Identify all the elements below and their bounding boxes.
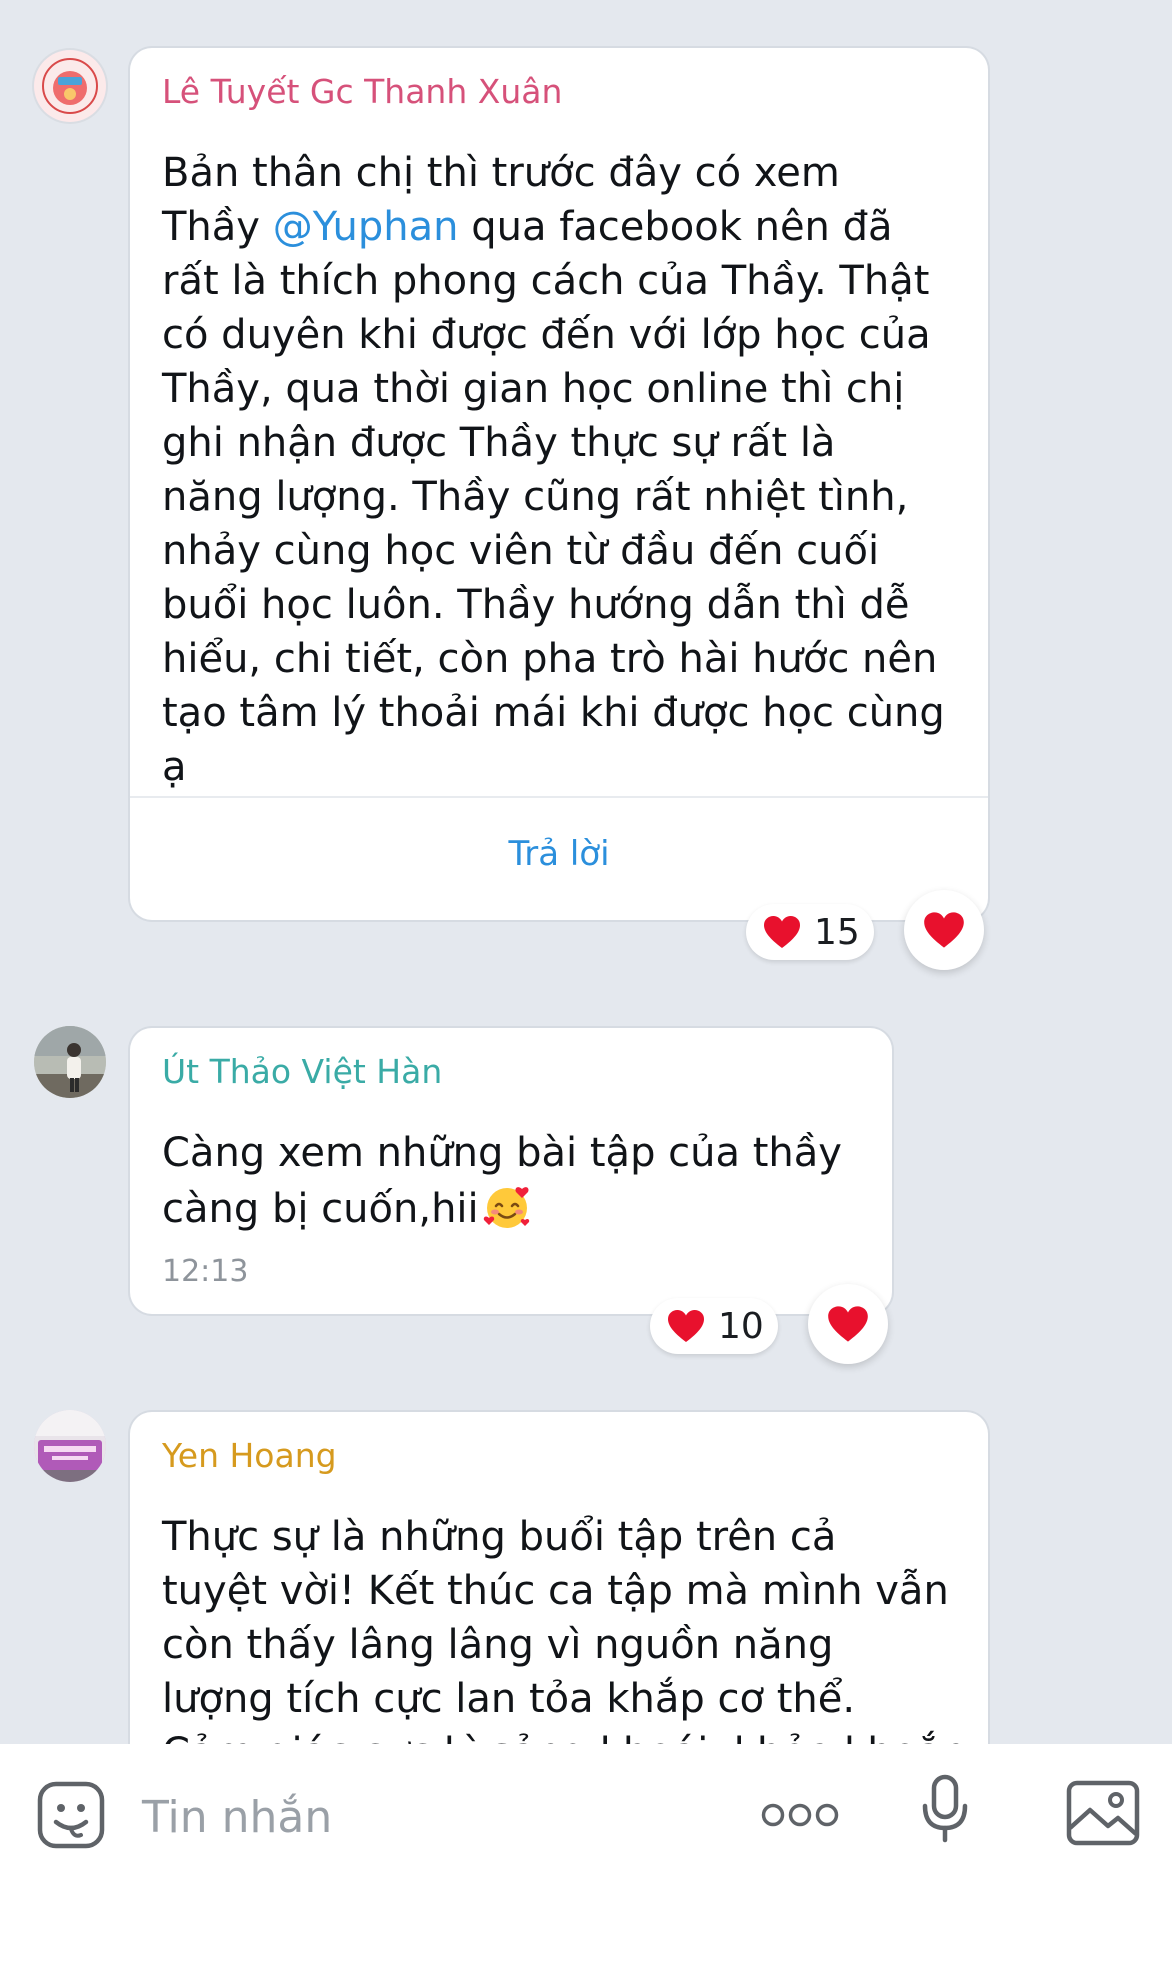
more-options-icon[interactable] <box>760 1802 840 1828</box>
avatar-photo-icon <box>34 1026 106 1098</box>
message-line: Thầy @Yuphan qua facebook nên đã <box>162 200 893 254</box>
smiling-face-with-hearts-icon <box>481 1180 533 1232</box>
heart-icon <box>826 1304 870 1344</box>
message-line: Thực sự là những buổi tập trên cả <box>162 1514 837 1560</box>
message-timestamp: 12:13 <box>162 1254 249 1289</box>
reply-button[interactable]: Trả lời <box>130 834 988 874</box>
reaction-summary[interactable]: 15 <box>746 904 874 960</box>
message-line: Thầy, qua thời gian học online thì chị <box>162 366 905 412</box>
message-text: Thầy <box>162 204 260 250</box>
message-bubble[interactable]: Lê Tuyết Gc Thanh Xuân Bản thân chị thì … <box>130 48 988 920</box>
heart-icon <box>666 1308 706 1344</box>
message-line: Càng xem những bài tập của thầy <box>162 1130 842 1176</box>
sender-name[interactable]: Út Thảo Việt Hàn <box>162 1052 442 1092</box>
message-line: tạo tâm lý thoải mái khi được học cùng <box>162 690 945 736</box>
avatar-logo-icon <box>36 52 104 120</box>
sticker-icon[interactable] <box>36 1780 106 1850</box>
reply-divider <box>130 796 988 798</box>
message-line: có duyên khi được đến với lớp học của <box>162 312 931 358</box>
avatar-photo-icon <box>34 1410 106 1482</box>
heart-icon <box>762 914 802 950</box>
message-input[interactable]: Tin nhắn <box>142 1792 332 1843</box>
message-text: càng bị cuốn,hii <box>162 1186 479 1232</box>
reaction-count: 15 <box>814 911 860 953</box>
avatar[interactable] <box>34 1026 106 1098</box>
react-button[interactable] <box>808 1284 888 1364</box>
message-line: hiểu, chi tiết, còn pha trò hài hước nên <box>162 636 938 682</box>
heart-icon <box>922 910 966 950</box>
avatar[interactable] <box>34 50 106 122</box>
message-bubble[interactable]: Yen Hoang Thực sự là những buổi tập trên… <box>130 1412 988 1744</box>
message-line: rất là thích phong cách của Thầy. Thật <box>162 258 930 304</box>
message-input-bar: Tin nhắn <box>0 1744 1172 1963</box>
mention-link[interactable]: @Yuphan <box>273 204 459 250</box>
message-line: lượng tích cực lan tỏa khắp cơ thể. <box>162 1676 856 1722</box>
message-line: còn thấy lâng lâng vì nguồn năng <box>162 1622 834 1668</box>
react-button[interactable] <box>904 890 984 970</box>
message-line: Bản thân chị thì trước đây có xem <box>162 150 840 196</box>
reaction-count: 10 <box>718 1305 764 1347</box>
message-line: năng lượng. Thầy cũng rất nhiệt tình, <box>162 474 909 520</box>
message-line: ghi nhận được Thầy thực sự rất là <box>162 420 836 466</box>
avatar[interactable] <box>34 1410 106 1482</box>
message-line: Cảm giác cực kì sảng khoái, khỏe khoắn <box>162 1726 967 1744</box>
sender-name[interactable]: Yen Hoang <box>162 1436 337 1476</box>
message-line: càng bị cuốn,hii <box>162 1180 533 1236</box>
reaction-summary[interactable]: 10 <box>650 1298 778 1354</box>
image-icon[interactable] <box>1066 1780 1140 1846</box>
microphone-icon[interactable] <box>920 1774 970 1844</box>
message-bubble[interactable]: Út Thảo Việt Hàn Càng xem những bài tập … <box>130 1028 892 1314</box>
message-line: tuyệt vời! Kết thúc ca tập mà mình vẫn <box>162 1568 949 1614</box>
message-line: ạ <box>162 744 187 790</box>
chat-list: Lê Tuyết Gc Thanh Xuân Bản thân chị thì … <box>0 0 1172 1744</box>
message-text: qua facebook nên đã <box>471 204 893 250</box>
sender-name[interactable]: Lê Tuyết Gc Thanh Xuân <box>162 72 562 112</box>
message-line: buổi học luôn. Thầy hướng dẫn thì dễ <box>162 582 910 628</box>
message-line: nhảy cùng học viên từ đầu đến cuối <box>162 528 880 574</box>
